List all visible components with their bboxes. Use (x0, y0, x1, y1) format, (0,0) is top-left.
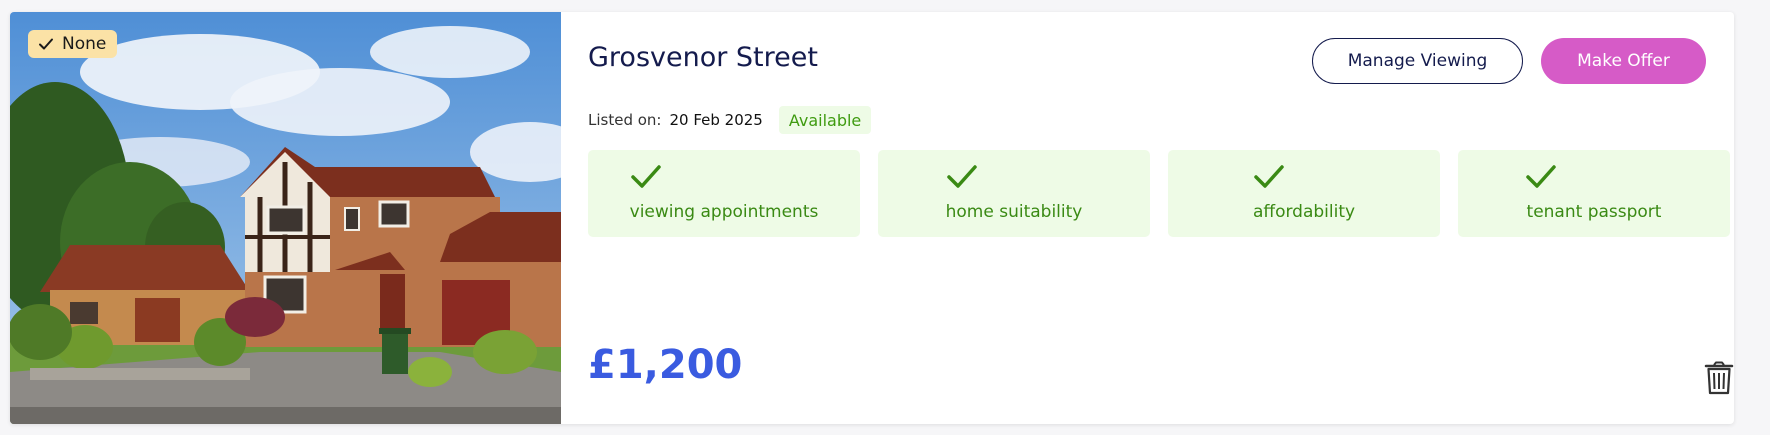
feature-tile-affordability: affordability (1168, 150, 1440, 237)
match-badge: None (28, 30, 118, 58)
check-icon (1254, 165, 1284, 188)
feature-tile-tenant-passport: tenant passport (1458, 150, 1730, 237)
check-icon (631, 165, 661, 188)
listed-on-label: Listed on: (588, 111, 662, 129)
listed-date: 20 Feb 2025 (669, 111, 763, 129)
listing-meta: Listed on: 20 Feb 2025 Available (588, 106, 872, 134)
check-icon (947, 165, 977, 188)
property-title[interactable]: Grosvenor Street (588, 42, 818, 73)
make-offer-button[interactable]: Make Offer (1541, 38, 1706, 84)
rent-price: £1,200 (588, 342, 743, 388)
property-card: None Grosvenor Street Manage Viewing Mak… (10, 12, 1734, 424)
feature-label: affordability (1252, 202, 1356, 222)
manage-viewing-button[interactable]: Manage Viewing (1312, 38, 1523, 84)
action-buttons: Manage Viewing Make Offer (1312, 38, 1706, 84)
property-photo[interactable]: None (10, 12, 561, 424)
check-icon (39, 38, 53, 50)
status-badge: Available (778, 106, 872, 134)
match-badge-label: None (62, 34, 107, 54)
trash-icon[interactable] (1703, 361, 1734, 395)
check-icon (1526, 165, 1556, 188)
feature-label: home suitability (945, 202, 1083, 222)
feature-label: tenant passport (1526, 202, 1662, 222)
feature-tile-home-suitability: home suitability (878, 150, 1150, 237)
feature-label: viewing appointments (629, 202, 819, 222)
house-image (10, 12, 561, 424)
feature-list: viewing appointments home suitability af… (588, 150, 1730, 237)
feature-tile-viewing-appointments: viewing appointments (588, 150, 860, 237)
